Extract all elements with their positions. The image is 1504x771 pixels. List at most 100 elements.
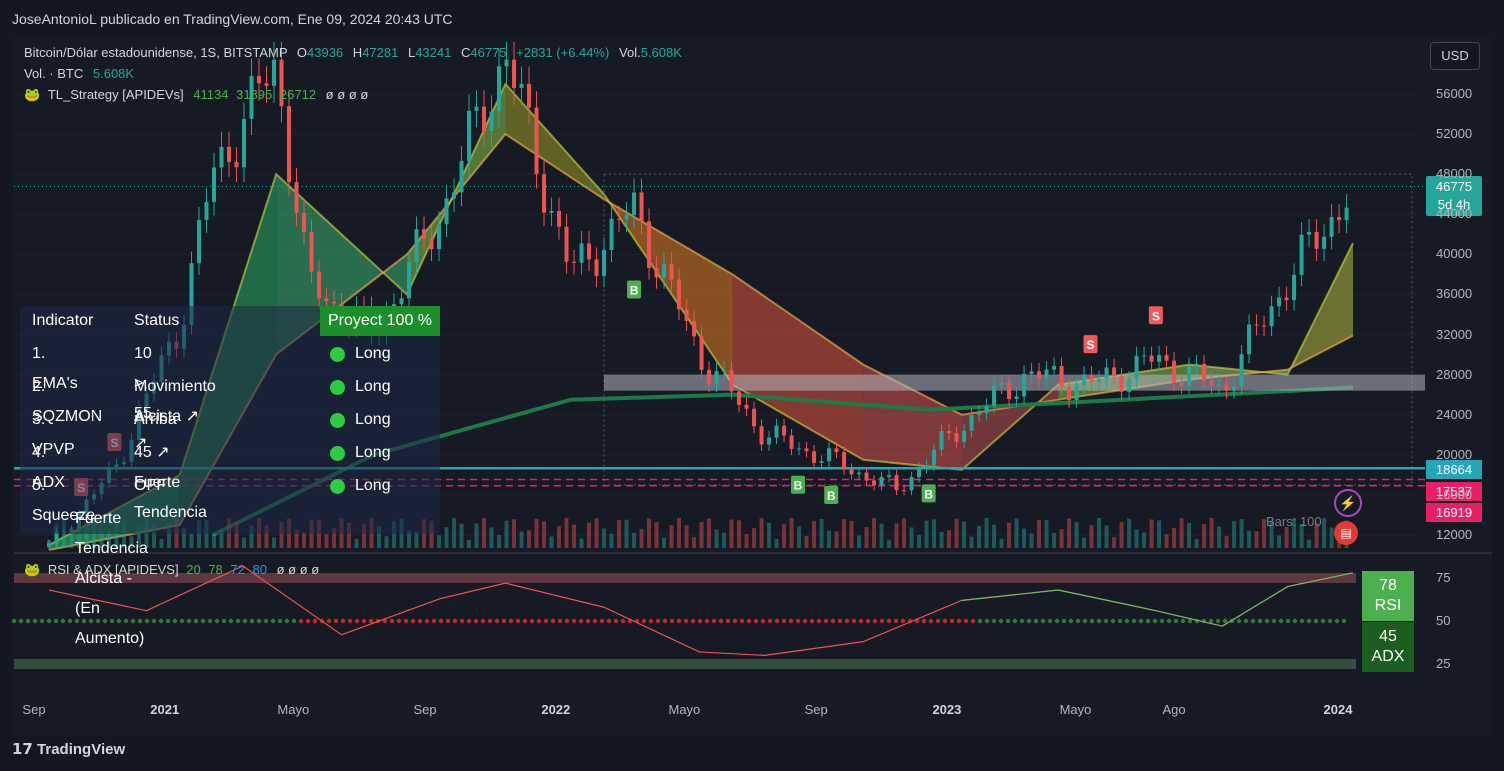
candle-body bbox=[549, 210, 554, 213]
candle-body bbox=[557, 210, 562, 227]
rsi-midline-dot bbox=[781, 618, 787, 624]
rsi-midline-dot bbox=[67, 618, 73, 624]
rsi-midline-dot bbox=[144, 618, 150, 624]
rsi-midline-dot bbox=[109, 618, 115, 624]
candle-body bbox=[1344, 207, 1349, 221]
candle-body bbox=[257, 75, 262, 84]
rsi-midline-dot bbox=[1026, 618, 1032, 624]
candle-body bbox=[947, 431, 952, 434]
rsi-midline-dot bbox=[956, 618, 962, 624]
rsi-midline-dot bbox=[872, 618, 878, 624]
volume-bar bbox=[384, 536, 389, 548]
rsi-tag: 78 RSI bbox=[1362, 571, 1414, 621]
us-flag-icon[interactable]: ▤ bbox=[1334, 521, 1358, 545]
volume-bar bbox=[662, 537, 667, 548]
volume-bar bbox=[924, 520, 929, 548]
candle-body bbox=[1307, 231, 1312, 235]
ema-ribbon-segment bbox=[732, 274, 864, 460]
candle-body bbox=[414, 229, 419, 263]
lightning-alert-icon[interactable]: ⚡ bbox=[1334, 489, 1362, 517]
volume-bar bbox=[437, 535, 442, 548]
volume-bar bbox=[789, 518, 794, 548]
currency-button[interactable]: USD bbox=[1430, 42, 1480, 70]
table-header-proyect: Proyect 100 % bbox=[320, 306, 440, 336]
y-tick-label: 28000 bbox=[1436, 366, 1473, 382]
rsi-midline-dot bbox=[1061, 618, 1067, 624]
rsi-label: RSI & ADX [APIDEVS] bbox=[47, 562, 179, 577]
volume-bar bbox=[729, 519, 734, 548]
rsi-midline-dot bbox=[466, 618, 472, 624]
rsi-midline-dot bbox=[823, 618, 829, 624]
rsi-midline-dot bbox=[473, 618, 479, 624]
rsi-midline-dot bbox=[963, 618, 969, 624]
candle-body bbox=[714, 371, 719, 384]
table-row-signal: Long bbox=[355, 477, 391, 494]
x-tick-label: 2021 bbox=[150, 702, 180, 717]
rsi-midline-dot bbox=[459, 618, 465, 624]
candle-body bbox=[452, 192, 457, 199]
candle-body bbox=[887, 475, 892, 477]
rsi-midline-dot bbox=[1117, 618, 1123, 624]
rsi-midline-dot bbox=[1054, 618, 1060, 624]
rsi-midline-dot bbox=[760, 618, 766, 624]
candle-body bbox=[879, 476, 884, 486]
candle-body bbox=[662, 264, 667, 278]
rsi-midline-dot bbox=[774, 618, 780, 624]
volume-bar bbox=[1142, 532, 1147, 548]
rsi-midline-dot bbox=[515, 618, 521, 624]
rsi-midline-dot bbox=[1208, 618, 1214, 624]
volume-bar bbox=[564, 518, 569, 548]
candle-body bbox=[969, 415, 974, 431]
candle-body bbox=[984, 405, 989, 414]
volume-bar bbox=[624, 519, 629, 548]
rsi-midline-dot bbox=[333, 618, 339, 624]
rsi-midline-dot bbox=[228, 618, 234, 624]
volume-bar bbox=[797, 526, 802, 548]
table-row-signal: Long bbox=[355, 444, 391, 461]
volume-bar bbox=[617, 520, 622, 548]
candle-body bbox=[302, 212, 307, 233]
candle-body bbox=[872, 480, 877, 486]
rsi-midline-dot bbox=[1075, 618, 1081, 624]
candle-body bbox=[692, 320, 697, 337]
volume-bar bbox=[1157, 520, 1162, 548]
rsi-midline-dot bbox=[697, 618, 703, 624]
volume-bar bbox=[212, 532, 217, 548]
rsi-midline-dot bbox=[1236, 618, 1242, 624]
rsi-midline-dot bbox=[795, 618, 801, 624]
signal-dot-icon bbox=[330, 380, 345, 395]
rsi-midline-dot bbox=[998, 618, 1004, 624]
volume-bar bbox=[542, 521, 547, 548]
buy-signal-label: B bbox=[827, 489, 836, 503]
candle-body bbox=[564, 226, 569, 262]
candle-body bbox=[204, 201, 209, 220]
rsi-midline-dot bbox=[172, 618, 178, 624]
volume-bar bbox=[1179, 518, 1184, 548]
rsi-midline-dot bbox=[564, 618, 570, 624]
table-footer: Fuerte Tendencia Alcista - (En Aumento) bbox=[75, 510, 148, 647]
rsi-midline-dot bbox=[32, 618, 38, 624]
rsi-midline-dot bbox=[865, 618, 871, 624]
volume-bar bbox=[1247, 530, 1252, 548]
volume-btc-label: Vol. · BTC bbox=[24, 66, 84, 81]
rsi-midline-dot bbox=[60, 618, 66, 624]
candle-body bbox=[609, 218, 614, 250]
candle-body bbox=[1029, 371, 1034, 374]
level-tag-1: 18664 bbox=[1426, 460, 1482, 479]
candle-body bbox=[827, 448, 832, 462]
rsi-midline-dot bbox=[718, 618, 724, 624]
candle-body bbox=[684, 309, 689, 321]
rsi-midline-dot bbox=[298, 618, 304, 624]
y-tick-label: 20000 bbox=[1436, 446, 1473, 462]
volume-bar bbox=[1202, 524, 1207, 548]
table-row-status: OFF bbox=[134, 477, 166, 494]
candle-body bbox=[234, 161, 239, 168]
candle-body bbox=[422, 229, 427, 239]
rsi-midline-dot bbox=[501, 618, 507, 624]
rsi-midline-dot bbox=[1313, 618, 1319, 624]
candle-body bbox=[242, 118, 247, 168]
candle-body bbox=[864, 472, 869, 481]
candle-body bbox=[264, 83, 269, 86]
open-value: 43936 bbox=[307, 45, 344, 60]
table-row-status: 10 > 55 ↗ bbox=[134, 345, 152, 452]
